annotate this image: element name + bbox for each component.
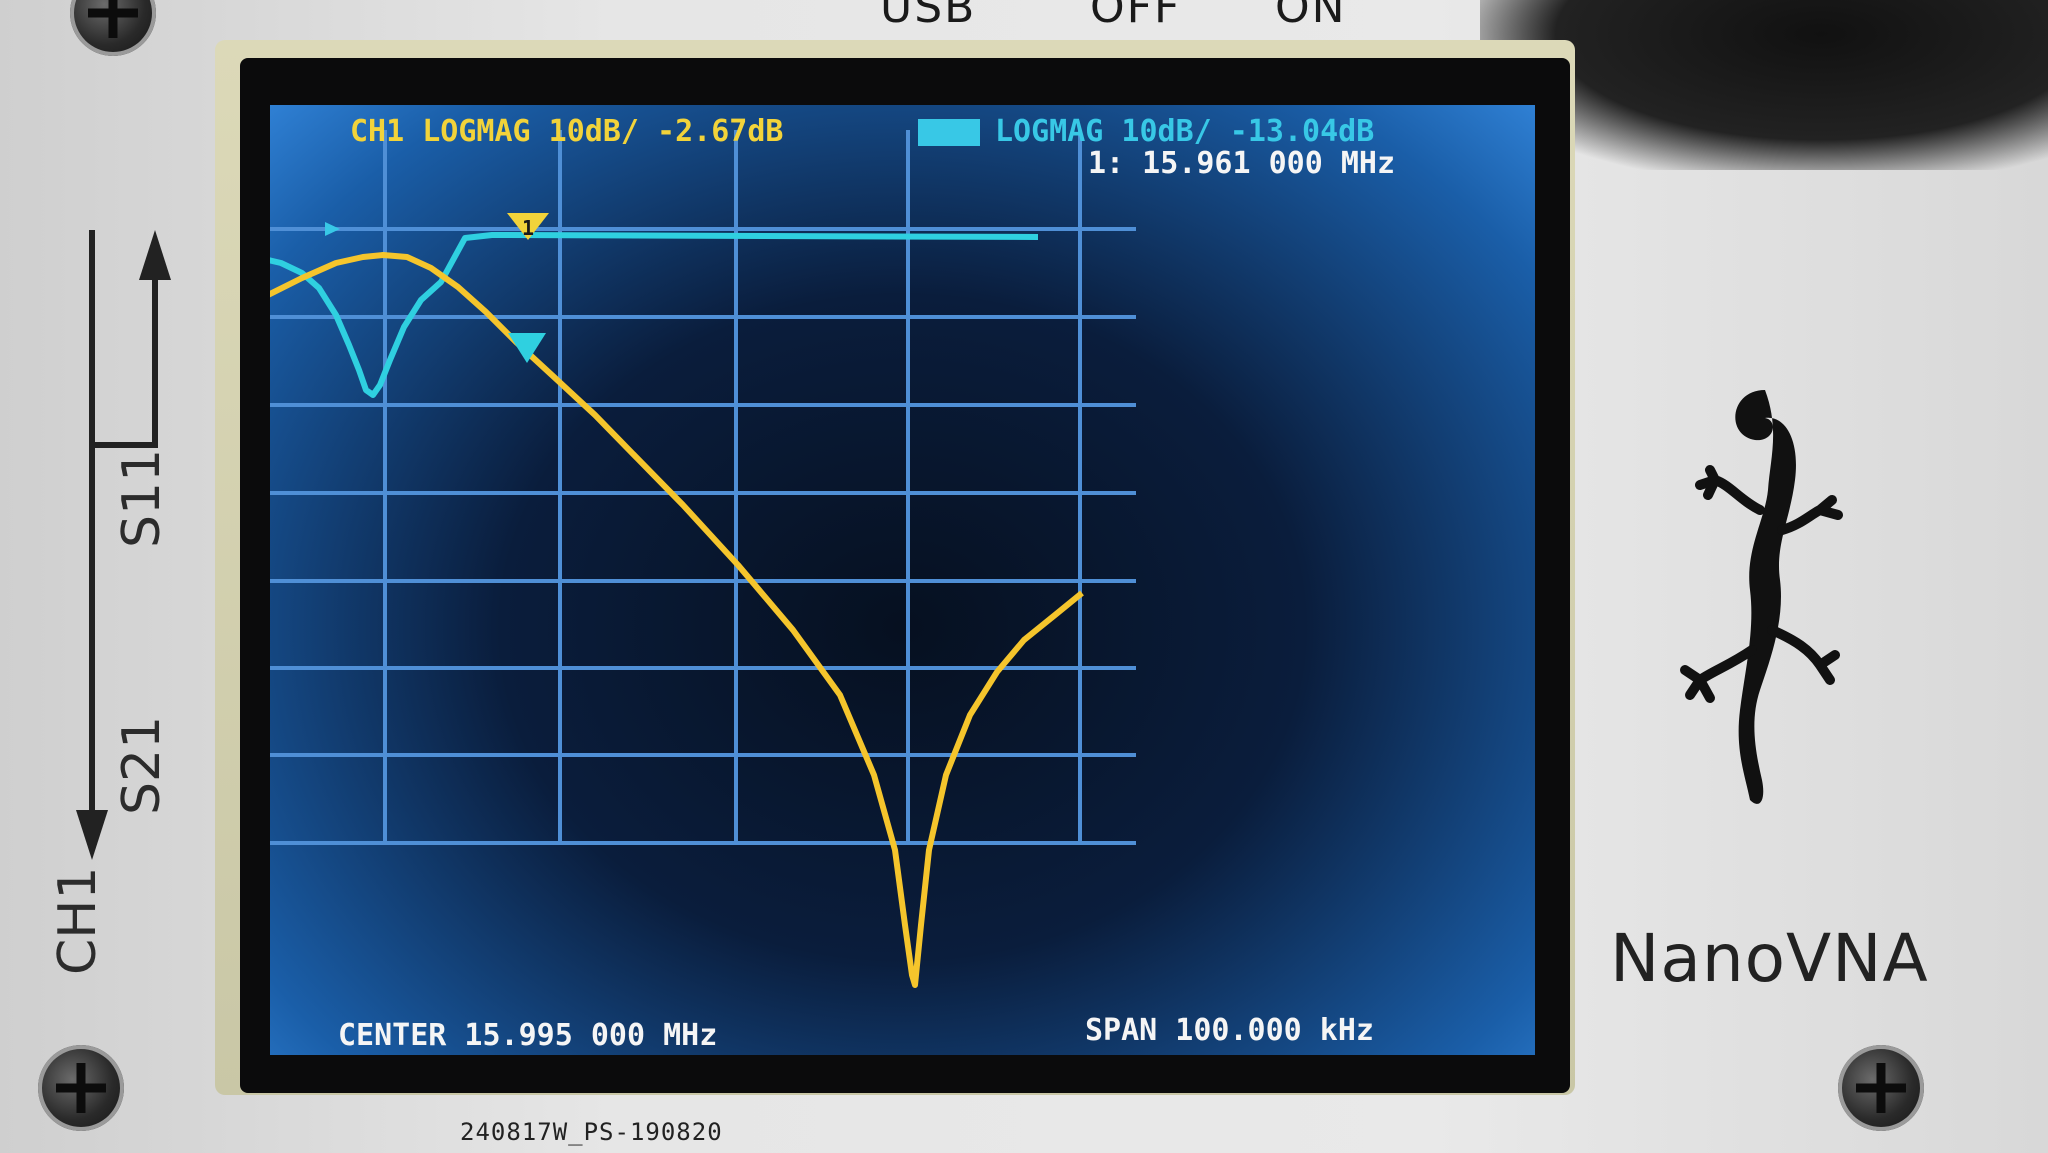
usb-label: USB	[880, 0, 977, 33]
screw-bottom-left	[38, 1045, 124, 1131]
marker-1-trace2-icon	[508, 333, 546, 363]
off-label: OFF	[1090, 0, 1182, 33]
trace2-channel-box	[918, 119, 980, 146]
s11-label: S11	[112, 448, 172, 548]
marker-readout: 1: 15.961 000 MHz	[1088, 146, 1395, 181]
span-frequency: SPAN 100.000 kHz	[1085, 1013, 1374, 1048]
screw-bottom-right	[1838, 1045, 1924, 1131]
ch1-label: CH1	[48, 866, 108, 976]
trace1-header: CH1 LOGMAG 10dB/ -2.67dB	[350, 114, 783, 149]
trace-ch0-s11	[270, 252, 1084, 988]
gecko-logo-icon	[1680, 390, 1843, 804]
center-frequency: CENTER 15.995 000 MHz	[338, 1018, 717, 1053]
on-label: ON	[1275, 0, 1347, 33]
s21-label: S21	[112, 715, 172, 815]
trace2-header: LOGMAG 10dB/ -13.04dB	[995, 114, 1374, 149]
brand-logo-text: NanoVNA	[1610, 920, 1929, 997]
serial-number: 240817W_PS-190820	[460, 1118, 723, 1146]
reference-marker-icon	[325, 222, 340, 236]
marker-1-id: 1	[522, 216, 534, 240]
vna-display: 1 CH1 LOGMAG 10dB/ -2.67dB LOGMAG 10dB/ …	[270, 114, 1395, 1053]
